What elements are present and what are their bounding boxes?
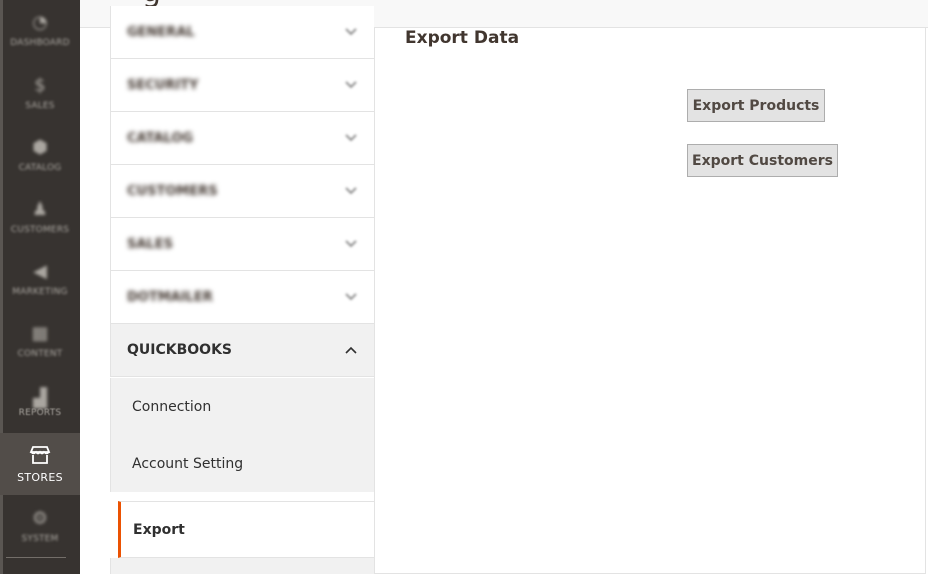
chevron-down-icon <box>344 78 358 92</box>
tab-label: Sales <box>127 236 173 252</box>
nav-item-content[interactable]: ▦ Content <box>0 310 80 372</box>
main-content: Export Data Export Products Export Custo… <box>375 28 926 574</box>
tab-label: QUICKBOOKS <box>127 342 233 358</box>
nav-label: Sales <box>25 101 55 111</box>
tab-label: General <box>127 24 195 40</box>
nav-label: Catalog <box>18 163 62 173</box>
nav-item-stores[interactable]: Stores <box>0 433 80 495</box>
nav-label: Content <box>17 349 63 359</box>
nav-label: Customers <box>10 225 70 235</box>
nav-item-marketing[interactable]: ◀ Marketing <box>0 248 80 310</box>
box-icon: ⬢ <box>32 136 48 158</box>
tab-label: Dotmailer <box>127 289 213 305</box>
nav-label: Stores <box>17 470 63 484</box>
megaphone-icon: ◀ <box>33 260 47 282</box>
tab-list-continuation <box>110 558 374 574</box>
tab-section-quickbooks[interactable]: QUICKBOOKS <box>110 324 374 377</box>
tab-item-label: Export <box>133 521 185 538</box>
dashboard-icon: ◔ <box>32 11 48 33</box>
nav-label: System <box>21 534 59 544</box>
chevron-down-icon <box>344 290 358 304</box>
nav-label: Marketing <box>12 287 68 297</box>
chevron-down-icon <box>344 184 358 198</box>
person-icon: ♟ <box>31 198 49 220</box>
tab-label: Customers <box>127 183 218 199</box>
tab-section-catalog[interactable]: Catalog <box>110 112 374 165</box>
nav-item-catalog[interactable]: ⬢ Catalog <box>0 124 80 186</box>
tab-item-connection[interactable]: Connection <box>110 378 374 435</box>
tab-section-security[interactable]: Security <box>110 59 374 112</box>
nav-item-customers[interactable]: ♟ Customers <box>0 186 80 248</box>
nav-item-dashboard[interactable]: ◔ Dashboard <box>0 0 80 60</box>
chevron-up-icon <box>344 343 358 357</box>
tab-item-account-setting[interactable]: Account Setting <box>110 435 374 492</box>
dollar-icon: $ <box>34 74 46 96</box>
nav-divider <box>6 557 66 558</box>
nav-item-reports[interactable]: ▟ Reports <box>0 372 80 434</box>
export-customers-button[interactable]: Export Customers <box>687 144 838 177</box>
tab-section-general[interactable]: General <box>110 6 374 59</box>
tab-item-label: Account Setting <box>132 455 244 472</box>
storefront-icon <box>29 445 51 465</box>
nav-item-system[interactable]: ⚙ System <box>0 495 80 557</box>
section-title: Export Data <box>405 28 520 48</box>
chevron-down-icon <box>344 131 358 145</box>
chevron-down-icon <box>344 237 358 251</box>
tab-label: Catalog <box>127 130 194 146</box>
admin-sidebar: ◔ Dashboard $ Sales ⬢ Catalog ♟ Customer… <box>0 0 80 574</box>
nav-label: Reports <box>18 408 62 418</box>
export-products-button[interactable]: Export Products <box>687 89 825 122</box>
tab-label: Security <box>127 77 199 93</box>
bar-chart-icon: ▟ <box>33 387 47 409</box>
nav-item-sales[interactable]: $ Sales <box>0 62 80 124</box>
tab-item-label: Connection <box>132 398 212 415</box>
tab-section-customers[interactable]: Customers <box>110 165 374 218</box>
tab-section-sales[interactable]: Sales <box>110 218 374 271</box>
config-tabs: General Security Catalog Customers Sales… <box>110 6 375 574</box>
layout-icon: ▦ <box>31 322 49 344</box>
tab-section-dotmailer[interactable]: Dotmailer <box>110 271 374 324</box>
chevron-down-icon <box>344 25 358 39</box>
gear-icon: ⚙ <box>31 507 49 529</box>
nav-label: Dashboard <box>10 38 70 48</box>
tab-item-export[interactable]: Export <box>118 501 374 558</box>
